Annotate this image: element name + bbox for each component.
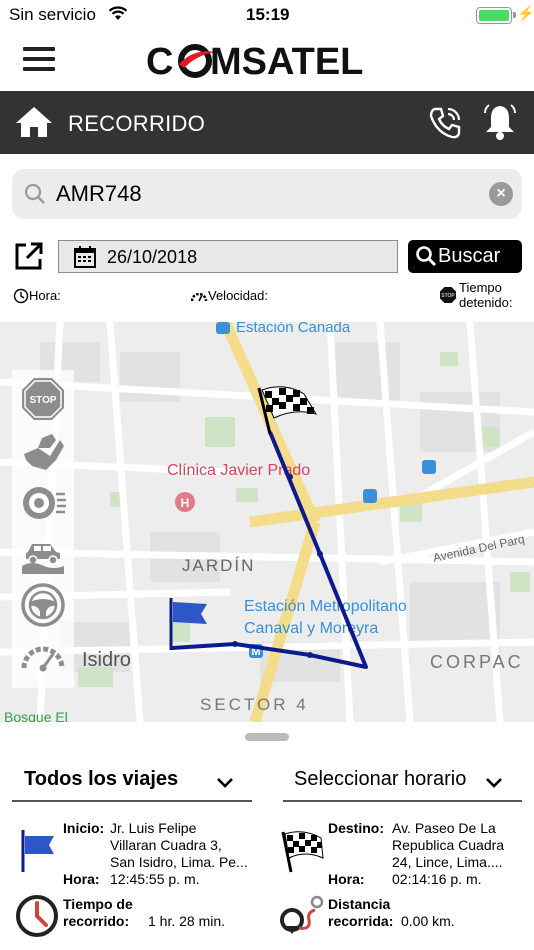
trip-distance-info: Distancia recorrida: 0.00 km. xyxy=(267,894,534,944)
trips-select[interactable]: Todos los viajes xyxy=(12,760,252,802)
vehicle-icon[interactable] xyxy=(20,532,66,578)
speed-gauge-icon[interactable] xyxy=(20,480,66,526)
map-label: Bosque El xyxy=(4,709,68,722)
map-label: SECTOR 4 xyxy=(200,695,309,714)
svg-text:STOP: STOP xyxy=(441,293,455,299)
map-tools-panel: STOP xyxy=(12,370,74,688)
time-metric: Hora: xyxy=(13,287,61,304)
trip-start-info: Inicio: Jr. Luis Felipe Villaran Cuadra … xyxy=(0,820,267,890)
stop-icon: STOP xyxy=(440,287,456,303)
steering-wheel-icon[interactable] xyxy=(20,582,66,628)
hard-brake-icon[interactable] xyxy=(20,430,66,476)
trip-destination-info: Destino: Av. Paseo De La Republica Cuadr… xyxy=(267,820,534,890)
battery-icon xyxy=(476,7,516,24)
speed-metric: Velocidad: xyxy=(190,287,268,303)
finish-flag-icon xyxy=(279,828,325,878)
chevron-down-icon xyxy=(485,772,503,795)
charging-icon: ⚡ xyxy=(517,5,534,21)
clock-icon xyxy=(15,894,59,942)
svg-text:C: C xyxy=(146,41,173,80)
clock: 15:19 xyxy=(246,5,290,24)
section-header: RECORRIDO xyxy=(0,91,534,154)
date-field[interactable]: 26/10/2018 xyxy=(58,240,398,273)
search-input-value[interactable]: AMR748 xyxy=(56,181,142,207)
trips-select-value: Todos los viajes xyxy=(24,768,179,790)
status-bar: Sin servicio 15:19 ⚡ xyxy=(0,0,534,30)
schedule-select[interactable]: Seleccionar horario xyxy=(283,760,522,802)
speedometer-icon[interactable] xyxy=(20,634,66,680)
map-label: JARDÍN xyxy=(182,556,255,575)
map-label: CORPAC xyxy=(430,652,524,672)
clock-icon xyxy=(13,288,29,303)
svg-text:STOP: STOP xyxy=(29,395,56,406)
app-header: C MSATEL xyxy=(0,30,534,91)
map-label: Estación Metropolitano xyxy=(244,598,407,615)
phone-call-icon[interactable] xyxy=(427,105,463,146)
sheet-drag-handle[interactable] xyxy=(245,733,289,741)
map-label: Estación Canada xyxy=(236,322,351,336)
external-link-icon[interactable] xyxy=(14,241,44,276)
bus-marker-icon xyxy=(363,489,377,503)
svg-text:MSATEL: MSATEL xyxy=(210,41,363,80)
svg-text:H: H xyxy=(181,496,190,510)
date-value: 26/10/2018 xyxy=(107,247,198,267)
speedometer-icon xyxy=(190,292,208,301)
metrics-row: Hora: Velocidad: STOP Tiempo detenido: xyxy=(0,280,534,322)
trip-duration-info: Tiempo de recorrido: 1 hr. 28 min. xyxy=(0,894,267,944)
comsatel-logo: C MSATEL xyxy=(146,40,388,83)
search-icon xyxy=(24,183,46,210)
carrier-label: Sin servicio xyxy=(9,5,96,24)
chevron-down-icon xyxy=(216,772,234,795)
stop-icon[interactable]: STOP xyxy=(20,376,66,422)
search-field[interactable]: AMR748 × xyxy=(12,169,522,219)
bell-icon[interactable] xyxy=(482,103,518,146)
schedule-select-value: Seleccionar horario xyxy=(294,768,467,790)
search-button-label: Buscar xyxy=(438,245,501,267)
calendar-icon xyxy=(74,246,96,273)
route-map[interactable]: Estación Canada Clínica Javier Prado JAR… xyxy=(0,322,534,722)
start-flag-icon xyxy=(20,828,56,878)
clear-icon[interactable]: × xyxy=(489,182,513,206)
bus-marker-icon xyxy=(422,460,436,474)
search-button[interactable]: Buscar xyxy=(408,240,522,273)
page-title: RECORRIDO xyxy=(68,111,206,136)
map-label: Isidro xyxy=(82,649,131,671)
wifi-icon xyxy=(108,5,128,26)
search-icon xyxy=(415,245,437,272)
route-distance-icon xyxy=(279,894,325,942)
map-label: Canaval y Moreyra xyxy=(244,620,378,637)
home-icon[interactable] xyxy=(15,105,53,144)
menu-icon[interactable] xyxy=(23,47,55,72)
